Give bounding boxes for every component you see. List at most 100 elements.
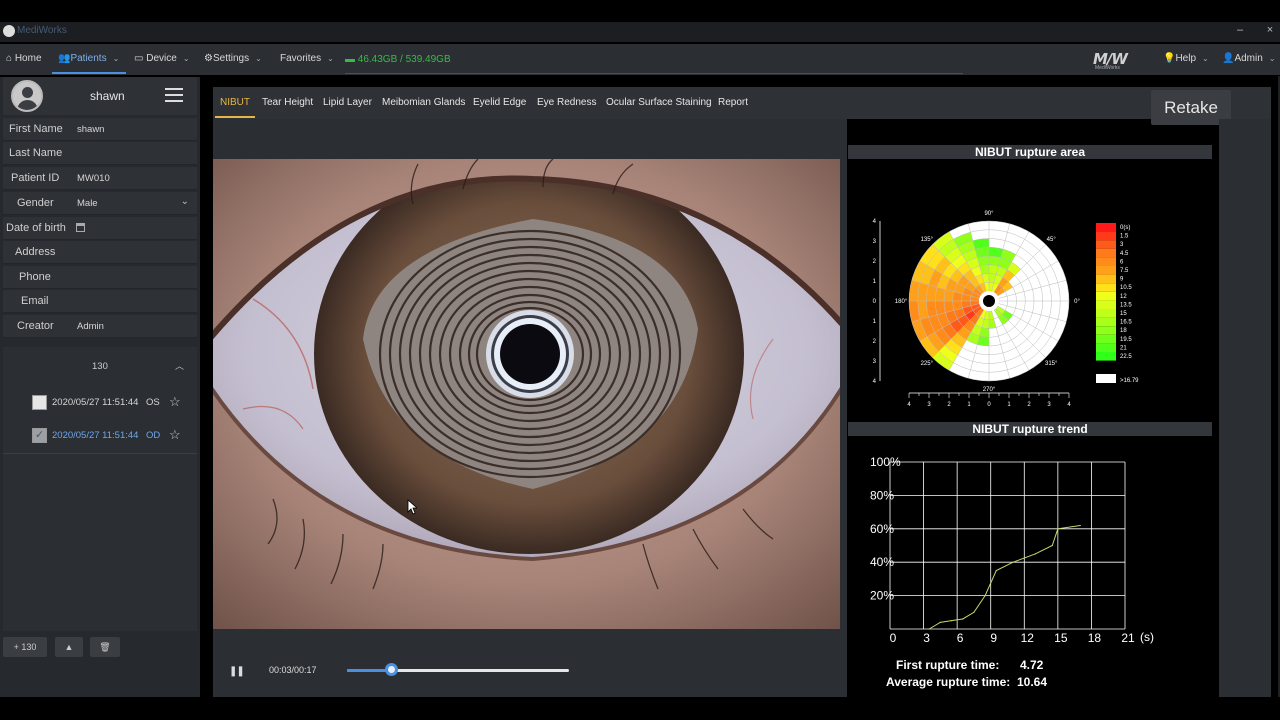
hamburger-menu-icon[interactable] bbox=[165, 88, 183, 102]
menu-device[interactable]: ▭ Device ⌄ bbox=[134, 53, 190, 64]
record-row[interactable]: 2020/05/27 11:51:44 OS ☆ bbox=[3, 387, 197, 419]
menu-patients-label: Patients bbox=[70, 53, 107, 64]
scale-label: 1.5 bbox=[1120, 234, 1129, 240]
scale-swatch bbox=[1096, 291, 1116, 301]
records-list: 130 ︿ 2020/05/27 11:51:44 OS ☆ 2020/05/2… bbox=[3, 347, 197, 631]
scale-label: 3 bbox=[1120, 242, 1124, 248]
trend-point bbox=[1012, 561, 1014, 563]
add-record-button[interactable]: + 130 bbox=[3, 637, 47, 657]
record-row[interactable]: 2020/05/27 11:51:44 OD ☆ bbox=[3, 420, 197, 452]
gender-select[interactable]: Male bbox=[77, 198, 98, 209]
y-tick-label: 1 bbox=[873, 279, 877, 285]
y-tick-label: 20% bbox=[870, 589, 894, 603]
menu-patients[interactable]: 👥Patients ⌄ bbox=[58, 53, 119, 64]
patient-id-input[interactable]: MW010 bbox=[77, 173, 110, 184]
x-tick-label: 2 bbox=[1027, 402, 1031, 408]
star-icon[interactable]: ☆ bbox=[169, 427, 181, 443]
creator-value: Admin bbox=[77, 321, 104, 332]
scale-label: 13.5 bbox=[1120, 302, 1132, 308]
star-icon[interactable]: ☆ bbox=[169, 394, 181, 410]
storage-text: 46.43GB / 539.49GB bbox=[357, 54, 451, 65]
field-label: Patient ID bbox=[11, 172, 60, 184]
move-up-button[interactable]: ▲ bbox=[55, 637, 83, 657]
menu-active-indicator bbox=[52, 72, 126, 74]
x-tick-label: 0 bbox=[890, 631, 897, 645]
x-tick-label: 3 bbox=[1047, 402, 1051, 408]
seek-handle[interactable] bbox=[385, 663, 399, 676]
record-datetime: 2020/05/27 11:51:44 bbox=[52, 397, 139, 408]
x-tick-label: 3 bbox=[927, 402, 931, 408]
scale-swatch bbox=[1096, 309, 1116, 318]
tab-meibomian-glands[interactable]: Meibomian Glands bbox=[382, 97, 465, 108]
tab-report[interactable]: Report bbox=[718, 97, 748, 108]
average-rupture-value: 10.64 bbox=[1017, 675, 1048, 689]
calendar-icon[interactable] bbox=[76, 223, 85, 232]
eye-video-frame[interactable] bbox=[213, 159, 840, 629]
trend-point bbox=[928, 628, 930, 630]
record-checkbox[interactable] bbox=[32, 428, 47, 443]
x-tick-label: 2 bbox=[947, 402, 951, 408]
eye-image bbox=[213, 159, 840, 629]
x-tick-label: 1 bbox=[1007, 402, 1011, 408]
scale-label-white: >16.79 bbox=[1120, 378, 1139, 384]
tab-tear-height[interactable]: Tear Height bbox=[262, 97, 313, 108]
angle-label: 315° bbox=[1045, 361, 1058, 367]
angle-label: 45° bbox=[1047, 237, 1057, 243]
angle-label: 225° bbox=[921, 361, 934, 367]
menu-help[interactable]: 💡Help ⌄ bbox=[1163, 53, 1209, 64]
tab-nibut[interactable]: NIBUT bbox=[220, 97, 250, 108]
trend-point bbox=[1079, 524, 1081, 527]
angle-label: 0° bbox=[1074, 299, 1080, 305]
first-name-input[interactable]: shawn bbox=[77, 124, 104, 135]
field-label: Gender bbox=[17, 197, 54, 209]
scale-swatch bbox=[1096, 257, 1116, 266]
menu-settings[interactable]: ⚙Settings ⌄ bbox=[204, 53, 262, 64]
field-first-name: First Name shawn bbox=[3, 118, 197, 141]
trend-point bbox=[995, 569, 997, 572]
trend-point bbox=[984, 595, 986, 597]
delete-button[interactable]: 🗑 bbox=[90, 637, 120, 657]
scale-swatch bbox=[1096, 240, 1116, 249]
y-tick-label: 40% bbox=[870, 555, 894, 569]
y-tick-label: 100% bbox=[870, 455, 901, 469]
minimize-button[interactable]: – bbox=[1230, 24, 1250, 36]
field-creator: Creator Admin bbox=[3, 315, 197, 338]
first-rupture-label: First rupture time: bbox=[896, 658, 1000, 672]
menu-home-label: Home bbox=[14, 53, 42, 64]
menu-settings-label: Settings bbox=[212, 53, 250, 64]
menu-help-label: Help bbox=[1175, 53, 1197, 64]
scale-label: 9 bbox=[1120, 277, 1124, 283]
y-tick-label: 60% bbox=[870, 522, 894, 536]
record-eye: OS bbox=[146, 397, 160, 408]
y-tick-label: 3 bbox=[873, 239, 877, 245]
chevron-up-icon[interactable]: ︿ bbox=[175, 359, 184, 372]
divider bbox=[345, 73, 963, 74]
pause-icon[interactable]: ❚❚ bbox=[229, 666, 245, 677]
record-checkbox[interactable] bbox=[32, 395, 47, 410]
scale-swatch bbox=[1096, 300, 1116, 309]
x-tick-label: 0 bbox=[987, 402, 991, 408]
scale-label: 22.5 bbox=[1120, 354, 1132, 360]
close-button[interactable]: × bbox=[1260, 24, 1280, 36]
window-title: MediWorks bbox=[17, 25, 67, 36]
field-patient-id: Patient ID MW010 bbox=[3, 167, 197, 190]
scale-swatch bbox=[1096, 223, 1116, 232]
y-tick-label: 2 bbox=[873, 259, 877, 265]
trend-point bbox=[1057, 528, 1059, 530]
menu-admin-label: Admin bbox=[1234, 53, 1263, 64]
tab-ocular-surface-staining[interactable]: Ocular Surface Staining bbox=[606, 97, 712, 108]
tab-eye-redness[interactable]: Eye Redness bbox=[537, 97, 596, 108]
chevron-down-icon[interactable]: ⌄ bbox=[181, 196, 189, 207]
x-tick-label: 9 bbox=[990, 631, 997, 645]
field-label: First Name bbox=[9, 123, 63, 135]
rupture-trend-title: NIBUT rupture trend bbox=[848, 422, 1212, 436]
chevron-down-icon: ⌄ bbox=[1202, 54, 1209, 63]
trend-point bbox=[939, 621, 941, 623]
tab-lipid-layer[interactable]: Lipid Layer bbox=[323, 97, 372, 108]
scale-label: 10.5 bbox=[1120, 285, 1132, 291]
records-header[interactable]: 130 ︿ bbox=[3, 347, 197, 383]
menu-favorites[interactable]: Favorites ⌄ bbox=[280, 53, 334, 64]
menu-admin[interactable]: 👤Admin ⌄ bbox=[1222, 53, 1276, 64]
tab-eyelid-edge[interactable]: Eyelid Edge bbox=[473, 97, 526, 108]
menu-home[interactable]: ⌂ Home bbox=[6, 53, 42, 64]
